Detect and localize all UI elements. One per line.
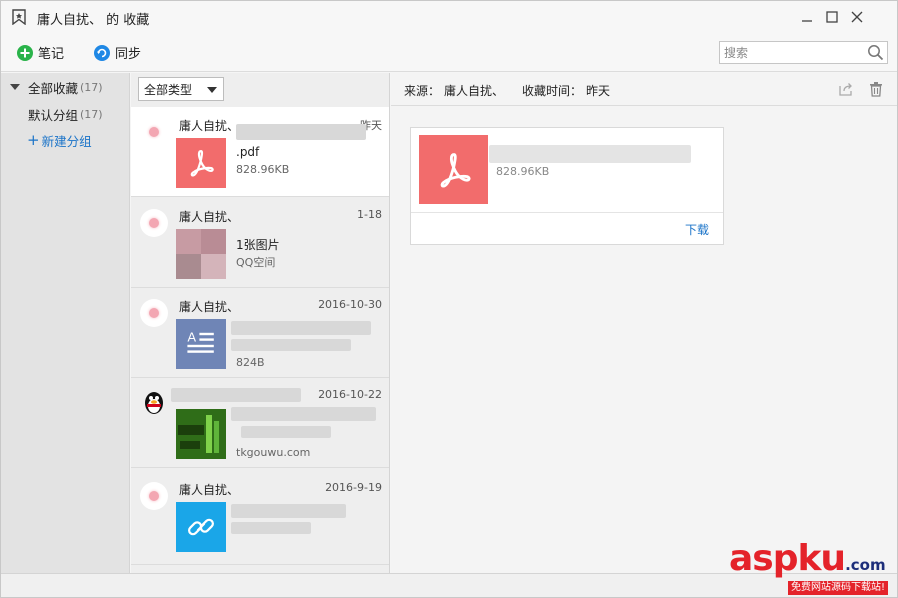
item-date: 2016-10-22: [318, 388, 382, 401]
item-line2: tkgouwu.com: [236, 446, 311, 459]
qq-penguin-avatar: [140, 389, 168, 417]
blurred-title: [231, 321, 371, 335]
web-thumbnail: [176, 409, 226, 459]
watermark-sub: 免费网站源码下载站!: [788, 581, 889, 595]
item-line2: QQ空间: [236, 256, 276, 269]
avatar: [140, 118, 168, 146]
minimize-icon: [802, 20, 812, 22]
search-box: [719, 41, 888, 64]
new-note-label: 笔记: [38, 47, 65, 62]
avatar: [140, 299, 168, 327]
share-icon[interactable]: [838, 81, 854, 97]
app-window: 庸人自扰、 的 收藏 笔记 同步 全部收藏 (17): [0, 0, 898, 598]
sidebar-item-count: (17): [80, 80, 103, 94]
expand-arrow-icon[interactable]: [10, 84, 20, 90]
sidebar-item-default-group[interactable]: 默认分组 (17): [1, 101, 130, 127]
blurred-title: [231, 504, 346, 518]
toolbar: 笔记 同步: [1, 33, 897, 72]
new-group-label: 新建分组: [41, 133, 92, 149]
list-item[interactable]: 庸人自扰、 1-18 1张图片 QQ空间: [131, 198, 389, 288]
document-icon: A: [176, 319, 226, 369]
item-author: 庸人自扰、: [179, 119, 240, 133]
sidebar-item-label: 全部收藏: [28, 80, 79, 96]
minimize-button[interactable]: [797, 7, 817, 27]
detail-pane: 来源： 庸人自扰、 收藏时间： 昨天 828.96KB 下载: [391, 73, 897, 573]
sync-icon: [94, 44, 110, 61]
download-link[interactable]: 下载: [685, 221, 709, 238]
search-icon[interactable]: [867, 44, 884, 61]
blurred-title: [241, 426, 331, 438]
plus-circle-icon: [17, 44, 33, 61]
image-thumbnail: [176, 229, 226, 279]
bookmark-icon: [12, 9, 26, 26]
window-title: 庸人自扰、 的 收藏: [37, 13, 150, 28]
chevron-down-icon: [207, 87, 217, 93]
blurred-author: [171, 388, 301, 402]
type-filter-value: 全部类型: [144, 82, 193, 97]
type-filter-dropdown[interactable]: 全部类型: [138, 77, 224, 101]
detail-header: 来源： 庸人自扰、 收藏时间： 昨天: [391, 73, 897, 106]
item-line2: 824B: [236, 356, 265, 369]
list-item[interactable]: 2016-10-22 tkgouwu.com: [131, 378, 389, 468]
blurred-title: [231, 407, 376, 421]
plus-icon: +: [27, 130, 40, 149]
detail-meta: 来源： 庸人自扰、 收藏时间： 昨天: [404, 82, 614, 99]
item-line2: 828.96KB: [236, 163, 290, 176]
watermark-suffix: .com: [845, 556, 886, 574]
avatar: [140, 482, 168, 510]
link-icon: [176, 502, 226, 552]
item-line1: .pdf: [236, 145, 260, 159]
maximize-button[interactable]: [822, 7, 842, 27]
close-icon: [851, 11, 863, 23]
sync-label: 同步: [115, 47, 142, 62]
list-item[interactable]: 庸人自扰、 2016-10-30 A 824B: [131, 288, 389, 378]
sidebar-item-count: (17): [80, 107, 103, 121]
avatar: [140, 209, 168, 237]
sidebar-item-all[interactable]: 全部收藏 (17): [1, 74, 130, 100]
blurred-filename: [489, 145, 691, 163]
new-note-button[interactable]: 笔记: [17, 43, 64, 62]
sidebar-item-label: 默认分组: [28, 107, 79, 123]
sync-button[interactable]: 同步: [94, 43, 141, 62]
file-card: 828.96KB 下载: [410, 127, 724, 245]
close-button[interactable]: [847, 7, 867, 27]
blurred-title: [231, 339, 351, 351]
item-date: 2016-9-19: [325, 481, 382, 494]
pdf-icon: [419, 135, 488, 204]
watermark-main: aspku: [729, 538, 846, 579]
title-bar: 庸人自扰、 的 收藏: [1, 1, 897, 33]
favorites-list: 全部类型 庸人自扰、 昨天 .pdf 828.96KB 庸人自扰、 1-18 1…: [131, 73, 390, 573]
pdf-icon: [176, 138, 226, 188]
item-date: 2016-10-30: [318, 298, 382, 311]
item-author: 庸人自扰、: [179, 300, 240, 314]
sidebar: 全部收藏 (17) 默认分组 (17) + 新建分组: [1, 73, 130, 573]
item-date: 1-18: [357, 208, 382, 221]
time-value: 昨天: [586, 84, 611, 98]
file-size: 828.96KB: [496, 165, 550, 178]
time-label: 收藏时间：: [522, 84, 583, 98]
list-item[interactable]: 庸人自扰、 2016-9-19: [131, 471, 389, 565]
list-item[interactable]: 庸人自扰、 昨天 .pdf 828.96KB: [131, 107, 389, 197]
site-watermark-logo: aspku.com 免费网站源码下载站!: [729, 541, 897, 597]
blurred-title: [231, 522, 311, 534]
item-line1: 1张图片: [236, 238, 280, 252]
svg-text:A: A: [187, 331, 196, 346]
trash-icon[interactable]: [868, 81, 884, 97]
new-group-button[interactable]: + 新建分组: [1, 127, 130, 153]
maximize-icon: [826, 11, 838, 23]
item-author: 庸人自扰、: [179, 483, 240, 497]
source-label: 来源：: [404, 84, 441, 98]
card-divider: [411, 212, 723, 213]
source-value: 庸人自扰、: [444, 84, 505, 98]
search-input[interactable]: [720, 42, 866, 63]
item-author: 庸人自扰、: [179, 210, 240, 224]
blurred-title: [236, 124, 366, 140]
